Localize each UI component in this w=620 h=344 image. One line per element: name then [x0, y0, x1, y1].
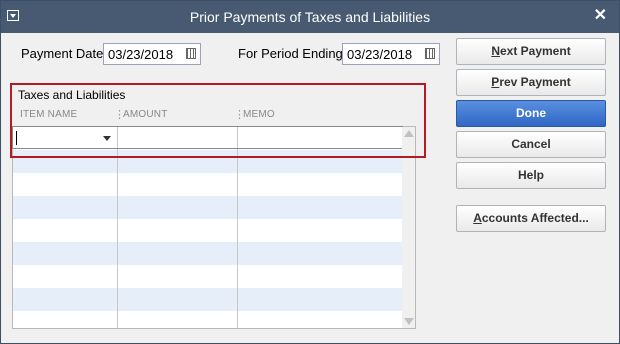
access-key: A — [473, 211, 482, 225]
highlight-box — [10, 83, 426, 158]
period-ending-value: 03/23/2018 — [347, 47, 413, 62]
prev-payment-button[interactable]: Prev Payment — [456, 69, 606, 96]
dialog-window: Prior Payments of Taxes and Liabilities … — [0, 0, 620, 344]
table-row[interactable] — [13, 288, 403, 311]
period-ending-field[interactable]: 03/23/2018 — [342, 43, 440, 65]
done-button[interactable]: Done — [456, 100, 606, 127]
payment-date-value: 03/23/2018 — [108, 47, 174, 62]
calendar-icon[interactable] — [186, 48, 196, 59]
cancel-button[interactable]: Cancel — [456, 131, 606, 158]
accounts-affected-button[interactable]: Accounts Affected... — [456, 205, 606, 232]
table-row[interactable] — [13, 311, 403, 334]
close-icon[interactable]: ✕ — [594, 8, 607, 24]
calendar-icon[interactable] — [425, 48, 435, 59]
payment-date-field[interactable]: 03/23/2018 — [103, 43, 201, 65]
next-payment-button[interactable]: Next Payment — [456, 38, 606, 65]
table-row[interactable] — [13, 219, 403, 242]
button-label: rev Payment — [499, 75, 571, 89]
help-button[interactable]: Help — [456, 162, 606, 189]
period-ending-label: For Period Ending — [238, 46, 343, 61]
table-row[interactable] — [13, 173, 403, 196]
table-row[interactable] — [13, 242, 403, 265]
access-key: N — [491, 44, 500, 58]
scroll-down-icon[interactable] — [404, 318, 414, 325]
button-label: ccounts Affected... — [481, 211, 589, 225]
button-label: ext Payment — [499, 44, 571, 58]
title-bar: Prior Payments of Taxes and Liabilities … — [1, 1, 619, 33]
window-title: Prior Payments of Taxes and Liabilities — [189, 9, 431, 25]
table-row[interactable] — [13, 196, 403, 219]
payment-date-label: Payment Date — [21, 46, 104, 61]
table-row[interactable] — [13, 265, 403, 288]
